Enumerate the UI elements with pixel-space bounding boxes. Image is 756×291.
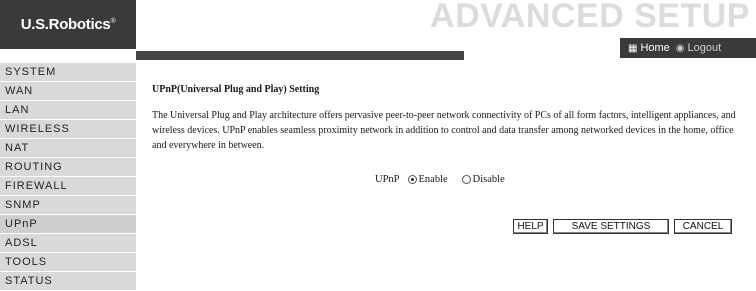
upnp-label: UPnP (375, 174, 400, 185)
upnp-disable-label: Disable (472, 174, 505, 185)
action-buttons: HELP SAVE SETTINGS CANCEL (513, 219, 732, 234)
sidebar-nav: SYSTEM WAN LAN WIRELESS NAT ROUTING FIRE… (0, 63, 136, 291)
sidebar-item-upnp[interactable]: UPnP (0, 215, 136, 233)
sidebar-item-wireless[interactable]: WIRELESS (0, 120, 136, 138)
upnp-enable-option[interactable]: Enable (407, 174, 448, 185)
upnp-enable-radio[interactable] (407, 175, 417, 184)
sidebar-item-wan[interactable]: WAN (0, 82, 136, 100)
upnp-enable-label: Enable (418, 174, 448, 185)
sidebar-item-nat[interactable]: NAT (0, 139, 136, 157)
sidebar-item-snmp[interactable]: SNMP (0, 196, 136, 214)
home-link-label: Home (640, 42, 670, 54)
page-header-title: ADVANCED SETUP (430, 0, 750, 35)
cancel-button[interactable]: CANCEL (674, 219, 732, 234)
logout-link[interactable]: ◉ Logout (676, 42, 721, 54)
header-links: ▦ Home ◉ Logout (620, 38, 756, 58)
page-title: UPnP(Universal Plug and Play) Setting (152, 84, 320, 95)
logout-link-label: Logout (687, 42, 722, 54)
help-button[interactable]: HELP (513, 219, 548, 234)
sidebar-item-firewall[interactable]: FIREWALL (0, 177, 136, 195)
save-settings-button[interactable]: SAVE SETTINGS (553, 219, 669, 234)
logo-mark: ® (110, 18, 116, 25)
upnp-disable-radio[interactable] (461, 175, 471, 184)
sidebar-item-tools[interactable]: TOOLS (0, 253, 136, 271)
home-icon: ▦ (628, 42, 638, 54)
sidebar-item-status[interactable]: STATUS (0, 272, 136, 290)
sidebar-item-system[interactable]: SYSTEM (0, 63, 136, 81)
logo-text: U.S.Robotics (20, 16, 111, 33)
upnp-setting-row: UPnP Enable Disable (375, 174, 505, 185)
main-content: UPnP(Universal Plug and Play) Setting Th… (152, 82, 742, 153)
sidebar-item-adsl[interactable]: ADSL (0, 234, 136, 252)
page-description: The Universal Plug and Play architecture… (152, 110, 736, 151)
sidebar-item-routing[interactable]: ROUTING (0, 158, 136, 176)
home-link[interactable]: ▦ Home (628, 42, 670, 54)
upnp-disable-option[interactable]: Disable (461, 174, 505, 185)
sidebar-item-lan[interactable]: LAN (0, 101, 136, 119)
logout-icon: ◉ (675, 42, 685, 54)
header-divider-bar (136, 51, 464, 60)
logo: U.S.Robotics® (0, 0, 136, 49)
